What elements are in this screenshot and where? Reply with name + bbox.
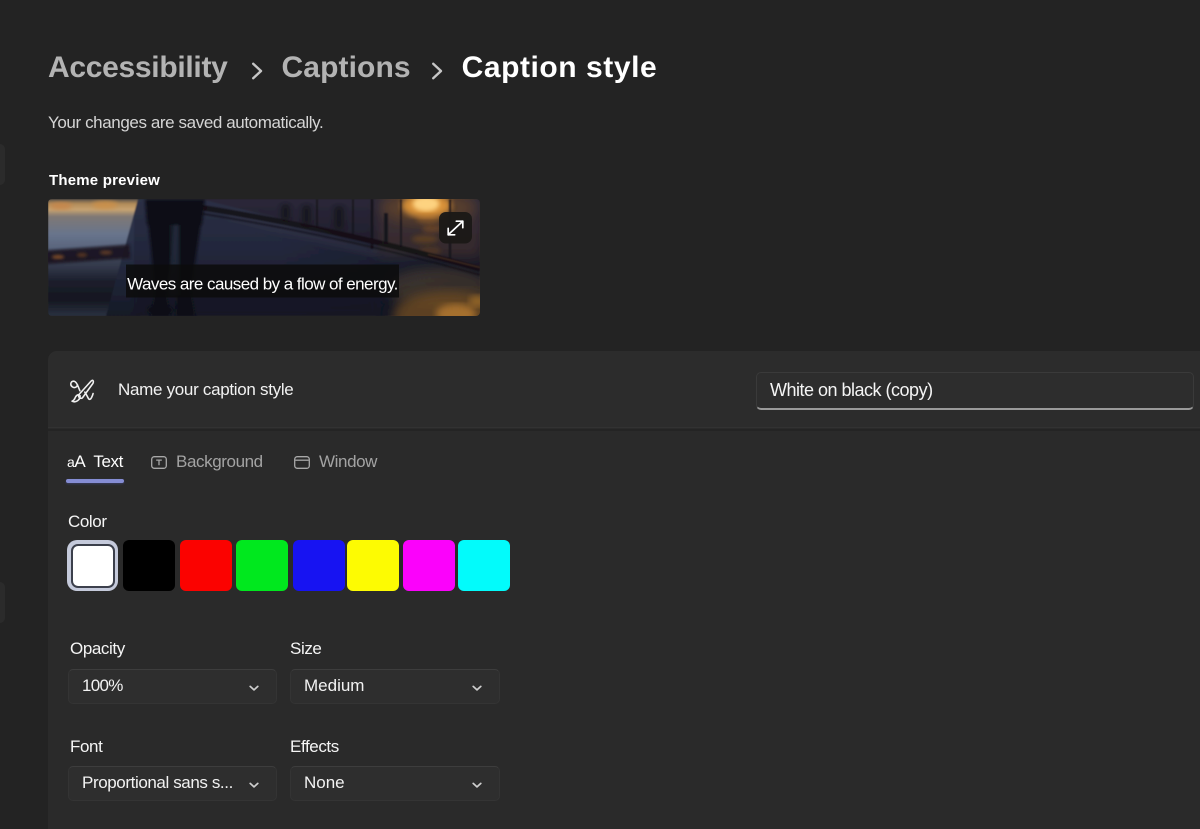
svg-text:Waves are caused by a flow of: Waves are caused by a flow of energy. bbox=[127, 275, 398, 294]
